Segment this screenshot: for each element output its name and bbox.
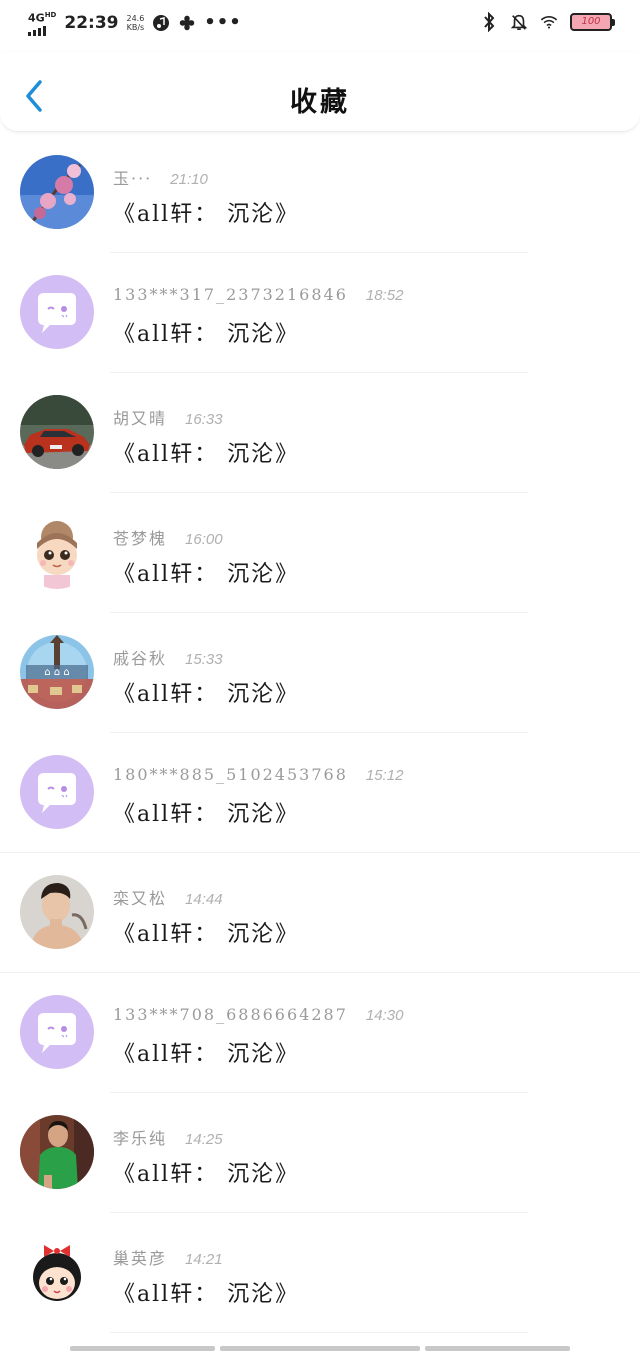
timestamp: 15:12 [365,767,404,784]
sender-name: 180***885_5102453768 [113,765,348,784]
sender-name: 巢英彦 [113,1249,168,1268]
favorite-content: 《all轩： 沉沦》 [113,1282,300,1307]
man-avatar [20,875,94,949]
signal-icon [28,25,56,36]
list-item[interactable]: 胡又晴 16:33 《all轩： 沉沦》 [0,373,640,493]
list-item[interactable]: 栾又松 14:44 《all轩： 沉沦》 [0,853,640,973]
network-hd: HD [44,11,57,19]
list-item[interactable]: 133***708_6886664287 14:30 《all轩： 沉沦》 [0,973,640,1093]
list-item[interactable]: 180***885_5102453768 15:12 《all轩： 沉沦》 [0,733,640,853]
favorite-content: 《all轩： 沉沦》 [113,682,300,707]
list-item[interactable]: 133***317_2373216846 18:52 《all轩： 沉沦》 [0,253,640,373]
divider [110,1332,528,1333]
person-green-avatar [20,1115,94,1189]
speed-unit: KB/s [126,22,145,32]
favorite-content: 《all轩： 沉沦》 [113,1162,300,1187]
favorite-content: 《all轩： 沉沦》 [113,562,300,587]
status-bar: 4GHD 22:39 24.6 KB/s ••• 100 [0,0,640,52]
favorite-content: 《all轩： 沉沦》 [113,202,300,227]
timestamp: 16:33 [185,411,223,428]
signal-indicator: 4GHD [28,10,56,36]
svg-text:⌂ ⌂ ⌂: ⌂ ⌂ ⌂ [44,667,69,678]
sender-name: 玉··· [113,169,153,188]
timestamp: 14:21 [185,1251,223,1268]
battery-indicator: 100 [570,13,615,31]
list-item[interactable]: 巢英彦 14:21 《all轩： 沉沦》 [0,1213,640,1333]
default-chat-avatar [20,755,94,829]
timestamp: 14:30 [365,1007,404,1024]
favorite-content: 《all轩： 沉沦》 [113,442,300,467]
timestamp: 21:10 [170,171,208,188]
favorite-content: 《all轩： 沉沦》 [113,1042,300,1067]
cartoon-bow-avatar [20,1235,94,1309]
sender-name: 苍梦槐 [113,529,168,548]
wifi-icon [540,13,558,31]
timestamp: 15:33 [185,651,223,668]
default-chat-avatar [20,995,94,1069]
city-avatar: ⌂ ⌂ ⌂ [20,635,94,709]
sender-name: 133***708_6886664287 [113,1005,348,1024]
speed-value: 24.6 [126,13,145,23]
timestamp: 14:25 [185,1131,223,1148]
sender-name: 胡又晴 [113,409,168,428]
timestamp: 14:44 [185,891,223,908]
default-chat-avatar [20,275,94,349]
mute-bell-icon [510,13,528,31]
sender-name: 133***317_2373216846 [113,285,348,304]
favorite-content: 《all轩： 沉沦》 [113,922,300,947]
list-item[interactable]: 玉··· 21:10 《all轩： 沉沦》 [0,133,640,253]
list-item[interactable]: ⌂ ⌂ ⌂ 戚谷秋 15:33 《all轩： 沉沦》 [0,613,640,733]
network-type: 4G [28,11,45,25]
music-icon [152,14,170,32]
sender-name: 栾又松 [113,889,168,908]
favorites-list: 玉··· 21:10 《all轩： 沉沦》 133***317_23732168… [0,133,640,1333]
bluetooth-icon [480,12,498,32]
fan-icon [178,14,196,32]
car-avatar [20,395,94,469]
more-notifications-icon: ••• [204,12,242,34]
list-item[interactable]: 苍梦槐 16:00 《all轩： 沉沦》 [0,493,640,613]
page-title: 收藏 [290,87,350,118]
timestamp: 18:52 [365,287,404,304]
page-header: 收藏 [0,52,640,132]
timestamp: 16:00 [185,531,223,548]
bottom-scroll-indicator [70,1346,570,1351]
cartoon-girl-avatar [20,515,94,589]
favorite-content: 《all轩： 沉沦》 [113,322,300,347]
flower-avatar [20,155,94,229]
sender-name: 李乐纯 [113,1129,168,1148]
clock: 22:39 [64,12,119,33]
list-item[interactable]: 李乐纯 14:25 《all轩： 沉沦》 [0,1093,640,1213]
sender-name: 戚谷秋 [113,649,168,668]
favorite-content: 《all轩： 沉沦》 [113,802,300,827]
network-speed: 24.6 KB/s [126,14,144,32]
